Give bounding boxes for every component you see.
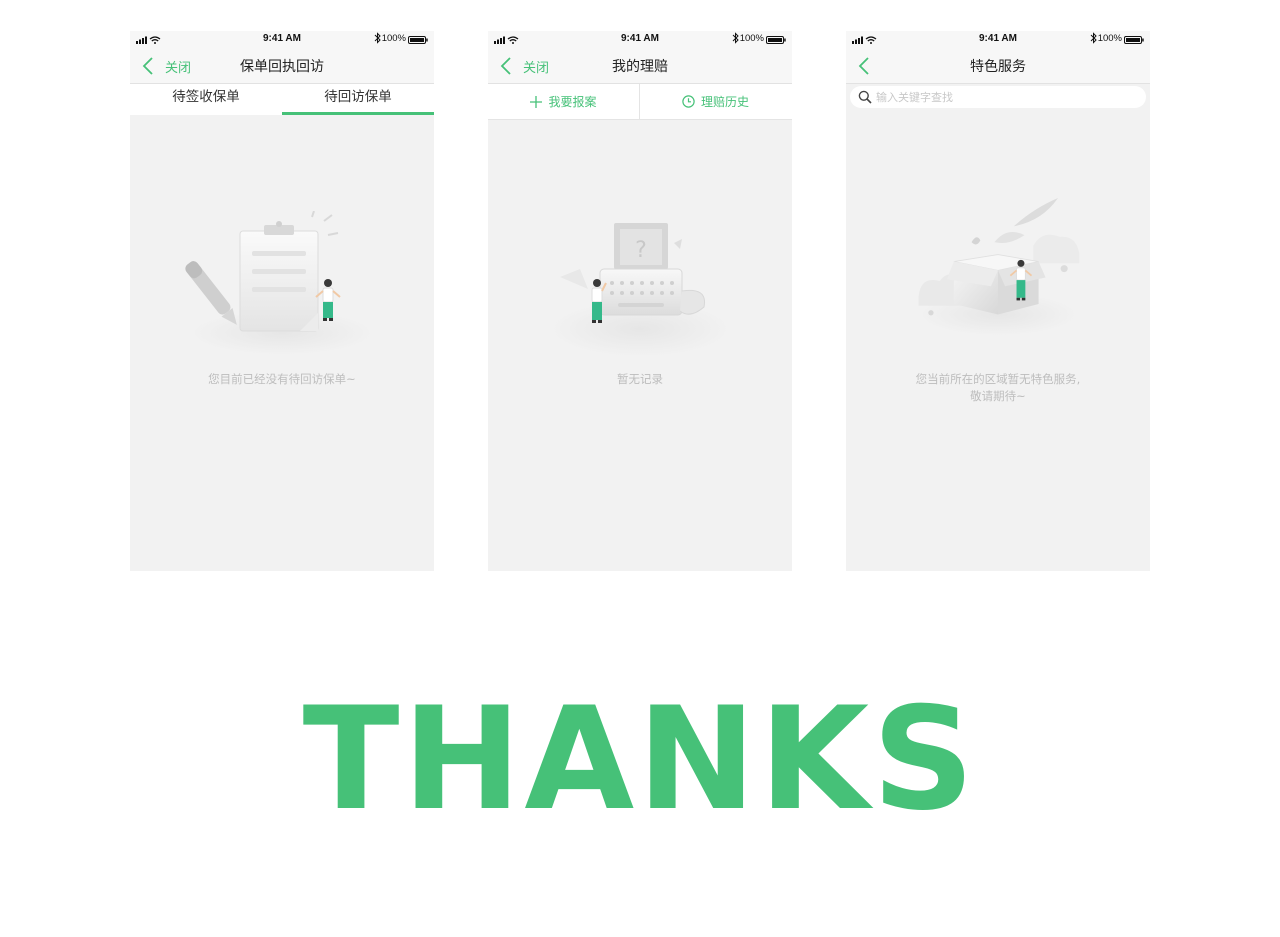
typewriter-illustration: ? [550,223,730,357]
nav-bar: 关闭 我的理赔 [488,48,792,84]
page-title: 我的理赔 [612,59,668,75]
tab-bar: 待签收保单 待回访保单 [130,84,434,115]
clipboard-pen-illustration [185,211,374,355]
battery-icon [766,36,786,44]
report-claim-label: 我要报案 [548,95,597,109]
search-input[interactable] [876,88,1136,106]
clock-icon [682,95,695,108]
tab-pending-revisit[interactable]: 待回访保单 [282,84,434,115]
search-icon [858,90,872,104]
tab-pending-sign[interactable]: 待签收保单 [130,84,282,115]
nav-bar: 特色服务 [846,48,1150,84]
plus-icon [530,95,543,108]
page-title: 特色服务 [970,59,1026,75]
nav-bar: 关闭 保单回执回访 [130,48,434,84]
empty-message: 暂无记录 [617,372,663,386]
svg-text:?: ? [635,238,647,263]
battery-percent: 100% [739,33,764,44]
battery-icon [1124,36,1144,44]
claim-history-label: 理赔历史 [700,95,749,109]
empty-message: 您目前已经没有待回访保单~ [208,372,356,386]
battery-percent: 100% [1097,33,1122,44]
screen-special-services: 9:41 AM 100% 特色服务 输入关键字查找 您当前所在的区域暂无特色服务… [846,31,1150,571]
status-bar: 9:41 AM 100% [488,31,792,48]
empty-message-line2: 敬请期待~ [970,389,1026,403]
empty-message-line1: 您当前所在的区域暂无特色服务, [915,372,1081,386]
status-bar: 9:41 AM 100% [846,31,1150,48]
status-bar: 9:41 AM 100% [130,31,434,48]
open-box-illustration [918,198,1080,336]
screen-my-claims: 9:41 AM 100% 关闭 我的理赔 我要报案 理赔历史 ? 暂无记录 [488,31,792,571]
report-claim-button[interactable]: 我要报案 [488,84,640,119]
claim-history-button[interactable]: 理赔历史 [640,84,791,119]
battery-icon [408,36,428,44]
search-bar [850,86,1146,108]
thanks-banner: THANKS [302,677,978,842]
page-title: 保单回执回访 [240,59,324,75]
battery-percent: 100% [381,33,406,44]
screen-policy-revisit: 9:41 AM 100% 关闭 保单回执回访 待签收保单 待回访保单 您目前已经… [130,31,434,571]
action-bar: 我要报案 理赔历史 [488,84,792,120]
